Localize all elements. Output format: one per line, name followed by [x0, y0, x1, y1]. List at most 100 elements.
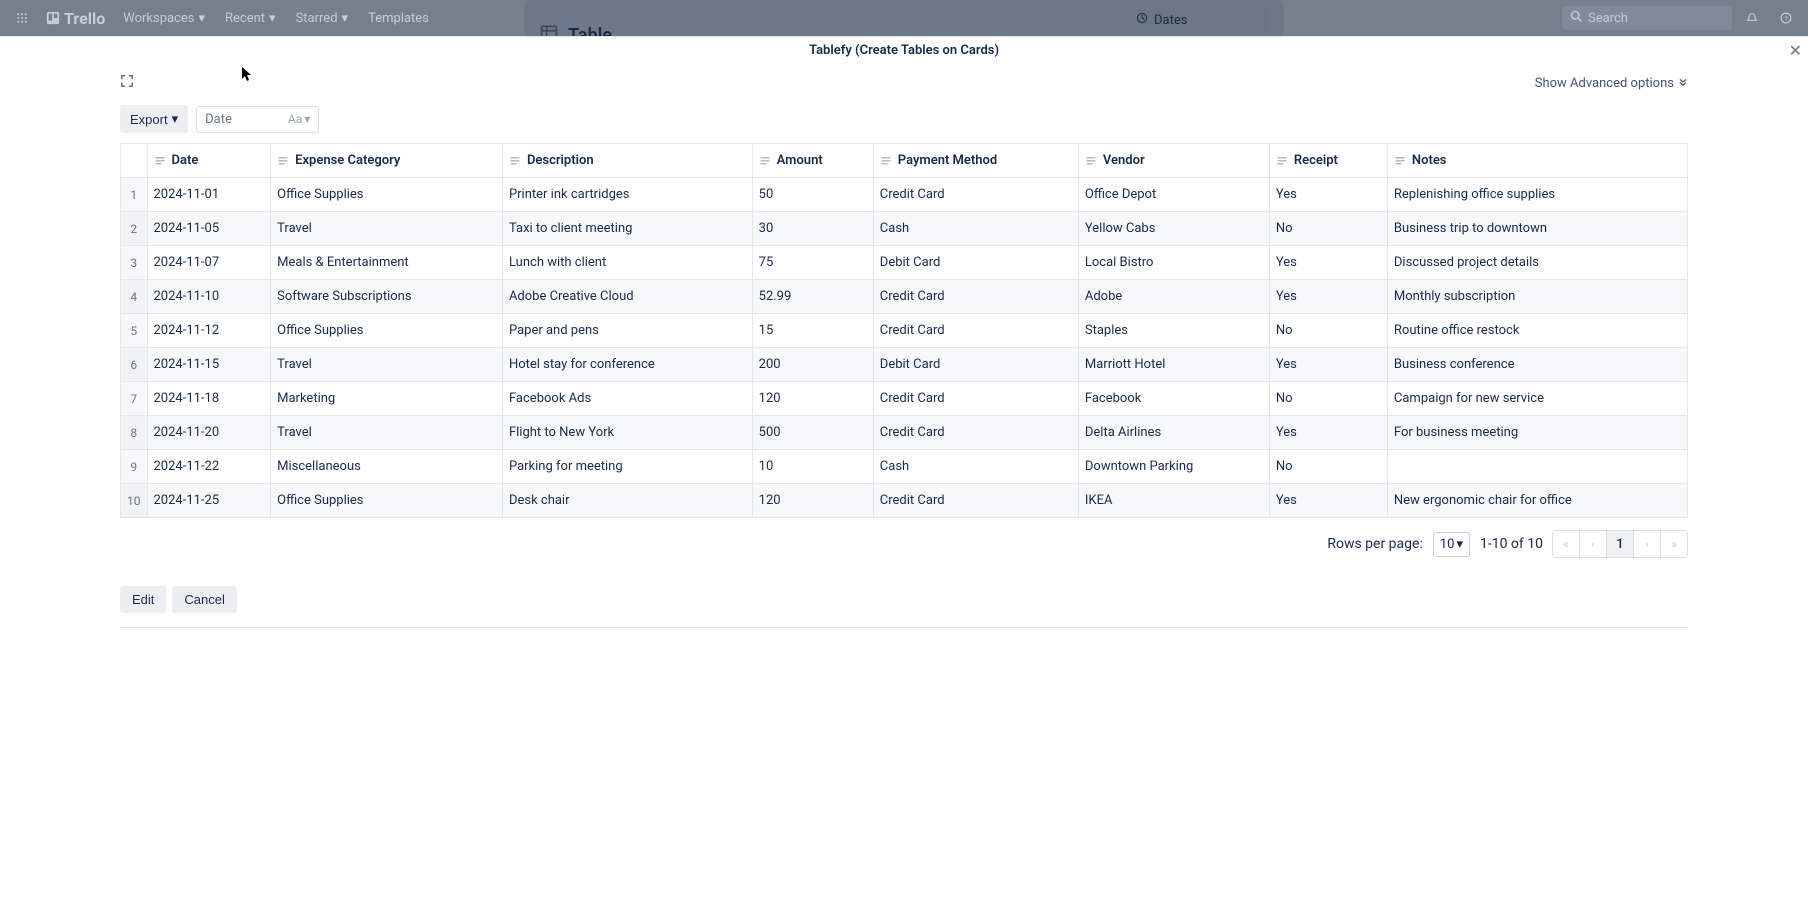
cell-notes[interactable]: New ergonomic chair for office [1387, 484, 1687, 518]
cell-vendor[interactable]: IKEA [1078, 484, 1269, 518]
cell-description[interactable]: Lunch with client [502, 246, 752, 280]
cell-vendor[interactable]: Local Bistro [1078, 246, 1269, 280]
cell-vendor[interactable]: Adobe [1078, 280, 1269, 314]
cell-date[interactable]: 2024-11-07 [147, 246, 271, 280]
cell-receipt[interactable]: No [1269, 382, 1387, 416]
cell-notes[interactable]: For business meeting [1387, 416, 1687, 450]
cell-receipt[interactable]: Yes [1269, 178, 1387, 212]
cell-payment[interactable]: Credit Card [873, 484, 1078, 518]
cell-amount[interactable]: 52.99 [752, 280, 873, 314]
cell-notes[interactable]: Routine office restock [1387, 314, 1687, 348]
cell-receipt[interactable]: Yes [1269, 484, 1387, 518]
cell-description[interactable]: Hotel stay for conference [502, 348, 752, 382]
cell-description[interactable]: Parking for meeting [502, 450, 752, 484]
cell-amount[interactable]: 50 [752, 178, 873, 212]
export-button[interactable]: Export ▾ [120, 105, 188, 133]
cell-payment[interactable]: Credit Card [873, 178, 1078, 212]
expand-icon[interactable] [120, 74, 134, 92]
cell-payment[interactable]: Credit Card [873, 280, 1078, 314]
cell-description[interactable]: Taxi to client meeting [502, 212, 752, 246]
cell-payment[interactable]: Credit Card [873, 382, 1078, 416]
cell-date[interactable]: 2024-11-22 [147, 450, 271, 484]
cell-amount[interactable]: 120 [752, 382, 873, 416]
cell-notes[interactable]: Business conference [1387, 348, 1687, 382]
table-row[interactable]: 72024-11-18MarketingFacebook Ads120Credi… [121, 382, 1688, 416]
page-first-button[interactable]: « [1552, 530, 1580, 558]
cell-receipt[interactable]: No [1269, 450, 1387, 484]
cell-description[interactable]: Facebook Ads [502, 382, 752, 416]
page-number-1[interactable]: 1 [1606, 530, 1634, 558]
cell-amount[interactable]: 30 [752, 212, 873, 246]
show-advanced-options[interactable]: Show Advanced options [1535, 76, 1688, 91]
table-row[interactable]: 42024-11-10Software SubscriptionsAdobe C… [121, 280, 1688, 314]
cell-amount[interactable]: 500 [752, 416, 873, 450]
col-description[interactable]: Description [502, 144, 752, 178]
cell-date[interactable]: 2024-11-18 [147, 382, 271, 416]
column-select[interactable]: Date Aa ▾ [196, 106, 319, 133]
cell-payment[interactable]: Debit Card [873, 246, 1078, 280]
table-row[interactable]: 62024-11-15TravelHotel stay for conferen… [121, 348, 1688, 382]
cell-receipt[interactable]: Yes [1269, 348, 1387, 382]
cell-description[interactable]: Flight to New York [502, 416, 752, 450]
cell-vendor[interactable]: Delta Airlines [1078, 416, 1269, 450]
col-category[interactable]: Expense Category [271, 144, 503, 178]
cell-payment[interactable]: Cash [873, 450, 1078, 484]
col-receipt[interactable]: Receipt [1269, 144, 1387, 178]
cell-receipt[interactable]: No [1269, 212, 1387, 246]
cell-date[interactable]: 2024-11-20 [147, 416, 271, 450]
cell-vendor[interactable]: Marriott Hotel [1078, 348, 1269, 382]
cell-vendor[interactable]: Staples [1078, 314, 1269, 348]
cell-receipt[interactable]: Yes [1269, 280, 1387, 314]
cell-amount[interactable]: 75 [752, 246, 873, 280]
table-row[interactable]: 92024-11-22MiscellaneousParking for meet… [121, 450, 1688, 484]
cell-amount[interactable]: 200 [752, 348, 873, 382]
cell-notes[interactable]: Business trip to downtown [1387, 212, 1687, 246]
cell-receipt[interactable]: Yes [1269, 416, 1387, 450]
cell-amount[interactable]: 15 [752, 314, 873, 348]
page-next-button[interactable]: › [1633, 530, 1661, 558]
cell-notes[interactable]: Monthly subscription [1387, 280, 1687, 314]
cell-vendor[interactable]: Yellow Cabs [1078, 212, 1269, 246]
cell-notes[interactable]: Discussed project details [1387, 246, 1687, 280]
cell-description[interactable]: Desk chair [502, 484, 752, 518]
cell-category[interactable]: Office Supplies [271, 178, 503, 212]
cell-date[interactable]: 2024-11-25 [147, 484, 271, 518]
cell-vendor[interactable]: Facebook [1078, 382, 1269, 416]
cell-category[interactable]: Travel [271, 416, 503, 450]
page-prev-button[interactable]: ‹ [1579, 530, 1607, 558]
col-vendor[interactable]: Vendor [1078, 144, 1269, 178]
col-payment[interactable]: Payment Method [873, 144, 1078, 178]
cell-description[interactable]: Printer ink cartridges [502, 178, 752, 212]
cell-description[interactable]: Paper and pens [502, 314, 752, 348]
cell-payment[interactable]: Debit Card [873, 348, 1078, 382]
cell-notes[interactable] [1387, 450, 1687, 484]
edit-button[interactable]: Edit [120, 586, 166, 613]
cell-receipt[interactable]: Yes [1269, 246, 1387, 280]
cell-date[interactable]: 2024-11-12 [147, 314, 271, 348]
cell-amount[interactable]: 10 [752, 450, 873, 484]
cell-category[interactable]: Travel [271, 348, 503, 382]
cell-payment[interactable]: Credit Card [873, 314, 1078, 348]
cell-receipt[interactable]: No [1269, 314, 1387, 348]
cell-notes[interactable]: Campaign for new service [1387, 382, 1687, 416]
cell-notes[interactable]: Replenishing office supplies [1387, 178, 1687, 212]
table-row[interactable]: 82024-11-20TravelFlight to New York500Cr… [121, 416, 1688, 450]
cell-payment[interactable]: Credit Card [873, 416, 1078, 450]
cell-category[interactable]: Meals & Entertainment [271, 246, 503, 280]
cell-date[interactable]: 2024-11-01 [147, 178, 271, 212]
table-row[interactable]: 52024-11-12Office SuppliesPaper and pens… [121, 314, 1688, 348]
table-row[interactable]: 12024-11-01Office SuppliesPrinter ink ca… [121, 178, 1688, 212]
col-amount[interactable]: Amount [752, 144, 873, 178]
cell-category[interactable]: Office Supplies [271, 314, 503, 348]
rows-per-page-select[interactable]: 10 ▾ [1433, 532, 1470, 557]
cell-date[interactable]: 2024-11-10 [147, 280, 271, 314]
col-date[interactable]: Date [147, 144, 271, 178]
close-icon[interactable]: ✕ [1789, 41, 1802, 60]
cell-date[interactable]: 2024-11-15 [147, 348, 271, 382]
cell-vendor[interactable]: Downtown Parking [1078, 450, 1269, 484]
table-row[interactable]: 22024-11-05TravelTaxi to client meeting3… [121, 212, 1688, 246]
cell-category[interactable]: Marketing [271, 382, 503, 416]
cell-category[interactable]: Office Supplies [271, 484, 503, 518]
cell-category[interactable]: Travel [271, 212, 503, 246]
cell-category[interactable]: Software Subscriptions [271, 280, 503, 314]
